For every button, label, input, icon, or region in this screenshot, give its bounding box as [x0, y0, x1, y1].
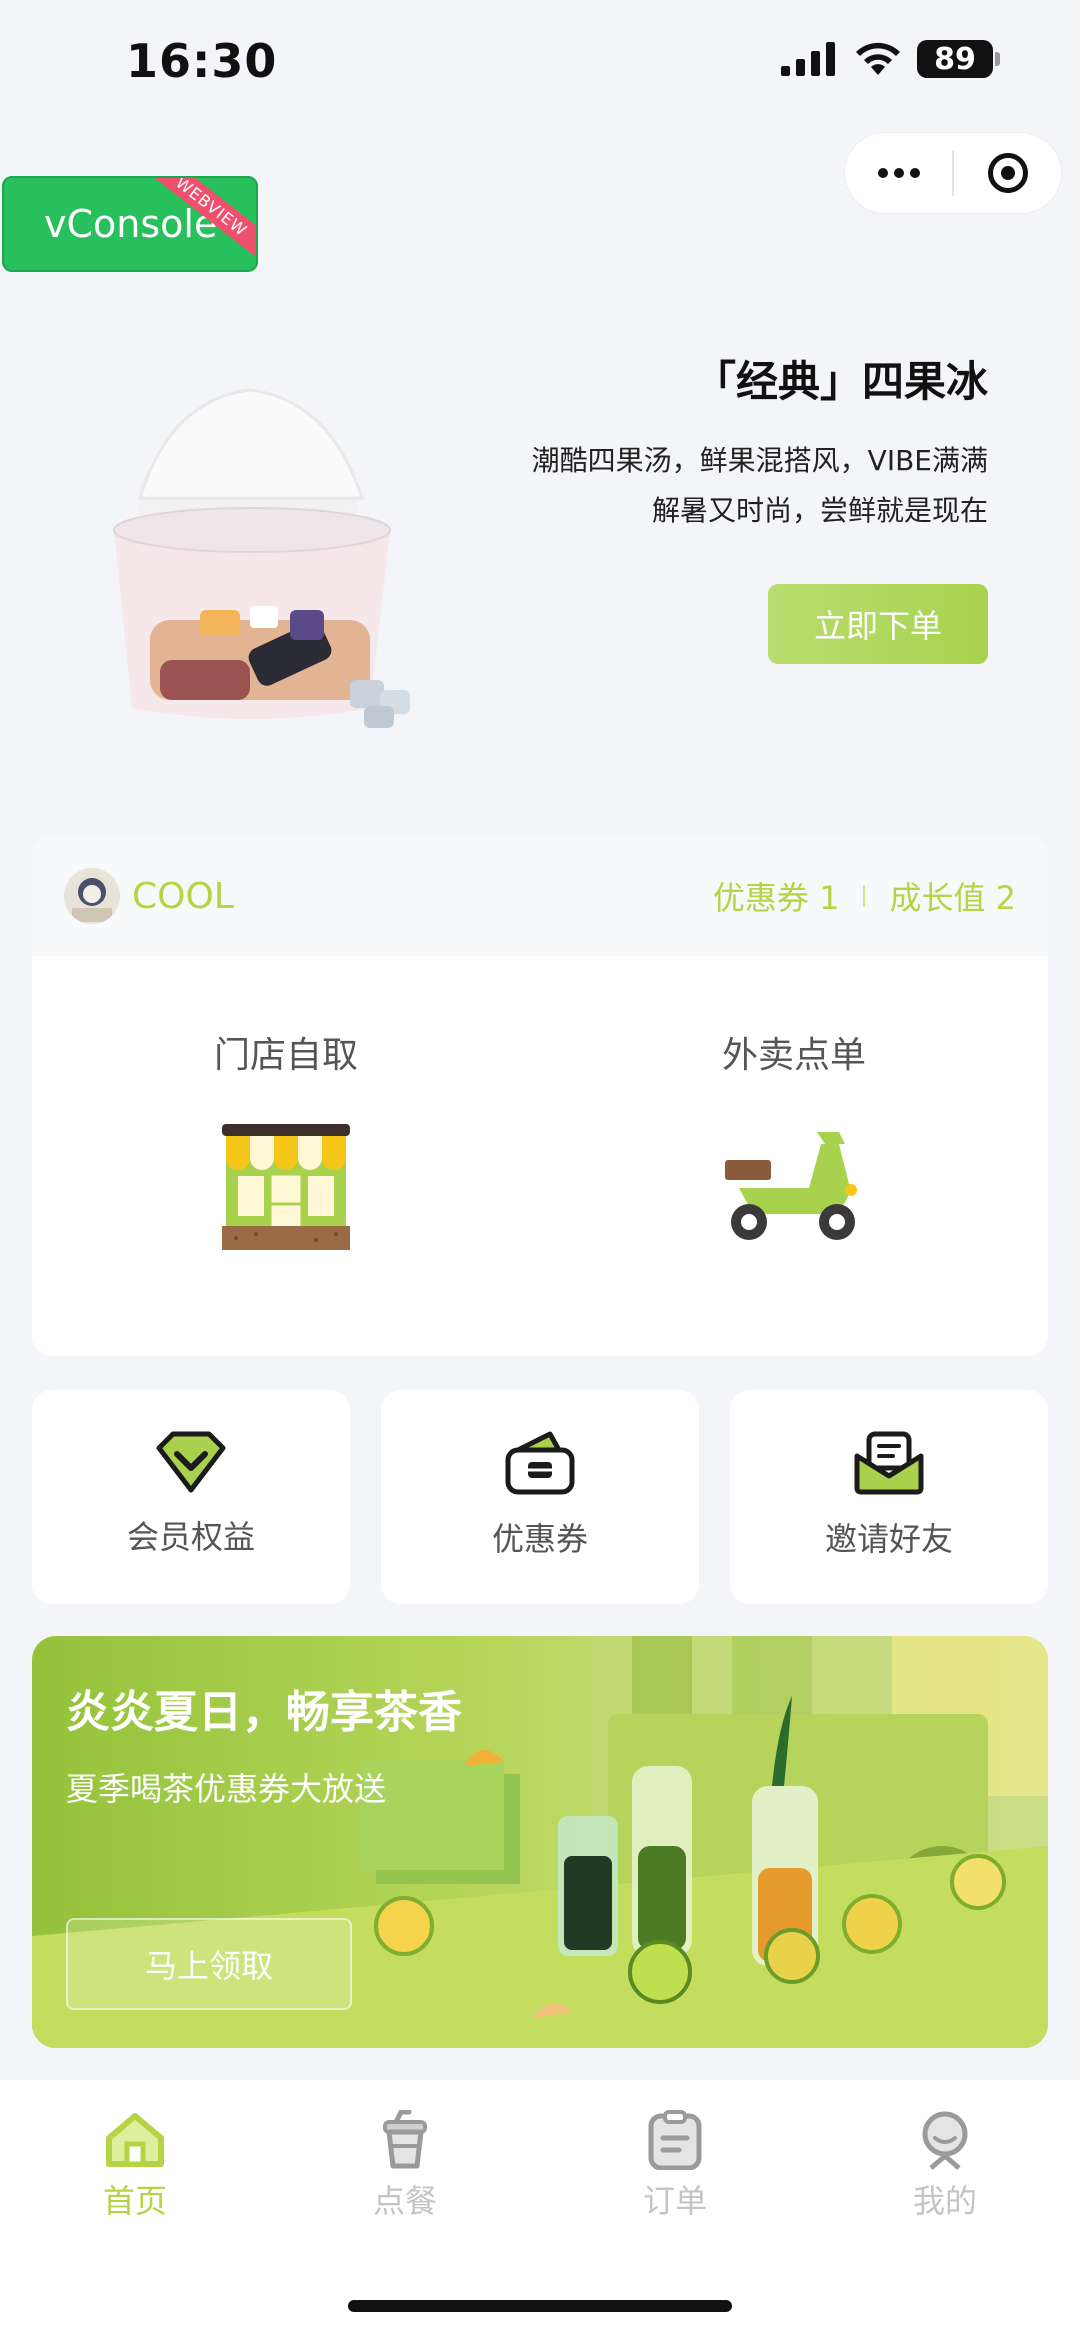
hero-desc-line1: 潮酷四果汤，鲜果混搭风，VIBE满满 [531, 444, 988, 477]
scooter-icon [725, 1132, 857, 1240]
clipboard-icon [648, 2110, 702, 2170]
delivery-order-button[interactable]: 外卖点单 [540, 956, 1048, 1356]
more-dots-icon [877, 168, 920, 178]
more-button[interactable] [845, 133, 952, 213]
member-card: COOL 优惠券 1 成长值 2 门店自取 外卖点单 [32, 836, 1048, 1356]
growth-value[interactable]: 成长值 2 [889, 873, 1016, 919]
tab-home[interactable]: 首页 [0, 2080, 270, 2336]
delivery-order-label: 外卖点单 [721, 1035, 866, 1076]
tab-bar: 首页 点餐 订单 我的 [0, 2080, 1080, 2336]
member-benefits-label: 会员权益 [126, 1518, 255, 1556]
tab-profile-label: 我的 [912, 2182, 977, 2220]
cellular-signal-icon [781, 42, 835, 76]
hero-description: 潮酷四果汤，鲜果混搭风，VIBE满满 解暑又时尚，尝鲜就是现在 [428, 436, 988, 536]
promo-subtitle: 夏季喝茶优惠券大放送 [66, 1770, 387, 1808]
order-modes: 门店自取 外卖点单 [32, 956, 1048, 1356]
order-now-button[interactable]: 立即下单 [768, 584, 988, 664]
coupons-label: 优惠券 [491, 1520, 588, 1558]
coupon-wallet-icon [505, 1431, 575, 1495]
store-pickup-label: 门店自取 [213, 1035, 358, 1076]
wifi-icon [856, 42, 900, 75]
diamond-icon [156, 1431, 226, 1493]
envelope-icon [854, 1431, 924, 1495]
member-stats: 优惠券 1 成长值 2 [713, 873, 1016, 919]
promo-title: 炎炎夏日，畅享茶香 [66, 1687, 462, 1738]
hero-title: 「经典」四果冰 [693, 357, 988, 406]
member-benefits-tile[interactable]: 会员权益 [32, 1390, 350, 1604]
home-icon [106, 2113, 164, 2167]
summer-promo-banner[interactable]: 炎炎夏日，畅享茶香 夏季喝茶优惠券大放送 马上领取 [32, 1636, 1048, 2048]
claim-now-button[interactable]: 马上领取 [66, 1918, 352, 2010]
status-time: 16:30 [126, 34, 278, 88]
invite-friends-tile[interactable]: 邀请好友 [730, 1390, 1048, 1604]
cup-icon [383, 2110, 427, 2169]
tab-orders-label: 订单 [642, 2182, 707, 2220]
close-miniprogram-button[interactable] [954, 133, 1061, 213]
tab-order-food[interactable]: 点餐 [270, 2080, 540, 2336]
member-header[interactable]: COOL 优惠券 1 成长值 2 [32, 836, 1048, 956]
hero-desc-line2: 解暑又时尚，尝鲜就是现在 [651, 494, 988, 527]
battery-level: 89 [917, 40, 993, 78]
tab-order-food-label: 点餐 [372, 2182, 437, 2220]
tab-profile[interactable]: 我的 [810, 2080, 1080, 2336]
vconsole-button[interactable]: vConsole WEBVIEW [2, 176, 258, 272]
member-name: COOL [132, 875, 234, 917]
home-indicator [348, 2300, 732, 2312]
store-icon [222, 1124, 350, 1250]
vconsole-label: vConsole [44, 202, 218, 246]
profile-icon [922, 2111, 968, 2170]
shaved-ice-product-image [113, 388, 410, 728]
coupon-count[interactable]: 优惠券 1 [713, 873, 840, 919]
target-icon [987, 153, 1028, 193]
invite-friends-label: 邀请好友 [824, 1520, 953, 1558]
stat-divider [863, 885, 866, 907]
store-pickup-button[interactable]: 门店自取 [32, 956, 540, 1356]
status-bar: 16:30 89 [0, 0, 1080, 130]
status-icons: 89 [781, 40, 1000, 78]
battery-icon: 89 [917, 40, 1000, 78]
avatar[interactable] [64, 868, 120, 924]
miniprogram-capsule [844, 132, 1062, 214]
tab-home-label: 首页 [102, 2182, 167, 2220]
tab-orders[interactable]: 订单 [540, 2080, 810, 2336]
coupons-tile[interactable]: 优惠券 [381, 1390, 699, 1604]
